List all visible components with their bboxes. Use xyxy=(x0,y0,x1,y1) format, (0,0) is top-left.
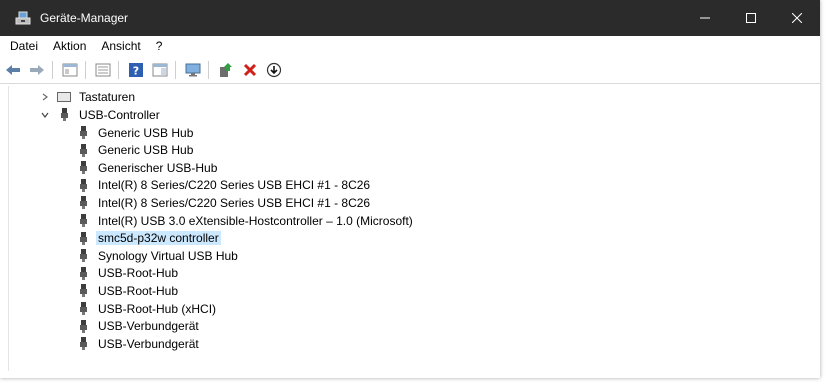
device-manager-icon xyxy=(14,10,32,26)
toolbar-separator xyxy=(118,61,119,79)
update-driver-icon[interactable] xyxy=(215,59,237,81)
svg-text:?: ? xyxy=(133,65,139,78)
toolbar-separator xyxy=(52,61,53,79)
device-list-item[interactable]: smc5d-p32w controller xyxy=(76,230,221,247)
device-label: USB-Verbundgerät xyxy=(98,336,199,351)
monitor-icon[interactable] xyxy=(182,59,204,81)
menu-help[interactable]: ? xyxy=(149,39,170,53)
device-label: Intel(R) 8 Series/C220 Series USB EHCI #… xyxy=(98,195,371,210)
collapse-chevron-icon[interactable] xyxy=(39,109,51,121)
usb-plug-icon xyxy=(76,337,90,351)
uninstall-icon[interactable] xyxy=(239,59,261,81)
device-label: smc5d-p32w controller xyxy=(96,231,221,246)
usb-plug-icon xyxy=(76,319,90,333)
usb-plug-icon xyxy=(76,214,90,228)
properties-view-icon[interactable] xyxy=(59,59,81,81)
usb-plug-icon xyxy=(76,266,90,280)
device-list-item[interactable]: Generischer USB-Hub xyxy=(76,159,219,176)
usb-plug-icon xyxy=(76,302,90,316)
device-list-item[interactable]: Intel(R) USB 3.0 eXtensible-Hostcontroll… xyxy=(76,212,415,229)
usb-plug-icon xyxy=(76,284,90,298)
device-list-item[interactable]: USB-Verbundgerät xyxy=(76,335,201,352)
menu-datei[interactable]: Datei xyxy=(3,39,45,53)
device-list-item[interactable]: Intel(R) 8 Series/C220 Series USB EHCI #… xyxy=(76,177,372,194)
device-label: Generic USB Hub xyxy=(98,125,194,140)
device-list-item[interactable]: Intel(R) 8 Series/C220 Series USB EHCI #… xyxy=(76,194,372,211)
device-label: USB-Root-Hub (xHCI) xyxy=(98,301,217,316)
device-list-item[interactable]: USB-Root-Hub (xHCI) xyxy=(76,300,218,317)
usb-plug-icon xyxy=(76,231,90,245)
keyboard-icon xyxy=(57,90,71,104)
device-label: USB-Root-Hub xyxy=(98,283,179,298)
toolbar-separator xyxy=(175,61,176,79)
device-label: Generic USB Hub xyxy=(98,143,194,158)
menu-bar: Datei Aktion Ansicht ? xyxy=(0,36,820,56)
help-icon[interactable]: ? xyxy=(125,59,147,81)
device-list-item[interactable]: USB-Root-Hub xyxy=(76,265,180,282)
title-bar[interactable]: Geräte-Manager xyxy=(0,0,820,36)
device-label: Intel(R) 8 Series/C220 Series USB EHCI #… xyxy=(98,178,371,193)
device-tree[interactable]: Tastaturen USB-Controller Generic USB Hu… xyxy=(8,86,815,371)
toolbar-separator xyxy=(85,61,86,79)
usb-plug-icon xyxy=(76,126,90,140)
device-label: Synology Virtual USB Hub xyxy=(98,248,238,263)
usb-plug-icon xyxy=(57,108,71,122)
menu-aktion[interactable]: Aktion xyxy=(46,39,93,53)
back-arrow-icon[interactable] xyxy=(2,59,24,81)
device-list-item[interactable]: Synology Virtual USB Hub xyxy=(76,247,240,264)
details-view-icon[interactable] xyxy=(92,59,114,81)
device-list-item[interactable]: Generic USB Hub xyxy=(76,124,195,141)
device-manager-window: Geräte-Manager Datei Aktion Ansicht ? ? … xyxy=(0,0,820,378)
panel-view-icon[interactable] xyxy=(149,59,171,81)
menu-ansicht[interactable]: Ansicht xyxy=(94,39,147,53)
usb-plug-icon xyxy=(76,143,90,157)
toolbar: ? xyxy=(0,57,820,84)
device-label: USB-Root-Hub xyxy=(98,266,179,281)
disable-icon[interactable] xyxy=(263,59,285,81)
usb-plug-icon xyxy=(76,178,90,192)
device-list-item[interactable]: USB-Verbundgerät xyxy=(76,318,201,335)
device-label: Generischer USB-Hub xyxy=(98,160,218,175)
tree-node-tastaturen[interactable]: Tastaturen xyxy=(39,88,137,105)
device-label: USB-Verbundgerät xyxy=(98,319,199,334)
minimize-button[interactable] xyxy=(682,0,728,36)
toolbar-separator xyxy=(208,61,209,79)
expand-chevron-icon[interactable] xyxy=(39,91,51,103)
forward-arrow-icon[interactable] xyxy=(26,59,48,81)
window-controls xyxy=(682,0,820,36)
window-title: Geräte-Manager xyxy=(40,11,129,25)
device-list-item[interactable]: USB-Root-Hub xyxy=(76,282,180,299)
usb-plug-icon xyxy=(76,161,90,175)
tree-node-label: Tastaturen xyxy=(79,89,136,104)
usb-plug-icon xyxy=(76,196,90,210)
tree-node-label: USB-Controller xyxy=(79,107,160,122)
device-list-item[interactable]: Generic USB Hub xyxy=(76,142,195,159)
device-label: Intel(R) USB 3.0 eXtensible-Hostcontroll… xyxy=(98,213,413,228)
maximize-button[interactable] xyxy=(728,0,774,36)
close-button[interactable] xyxy=(774,0,820,36)
tree-node-usb-controller[interactable]: USB-Controller xyxy=(39,106,162,123)
usb-plug-icon xyxy=(76,249,90,263)
